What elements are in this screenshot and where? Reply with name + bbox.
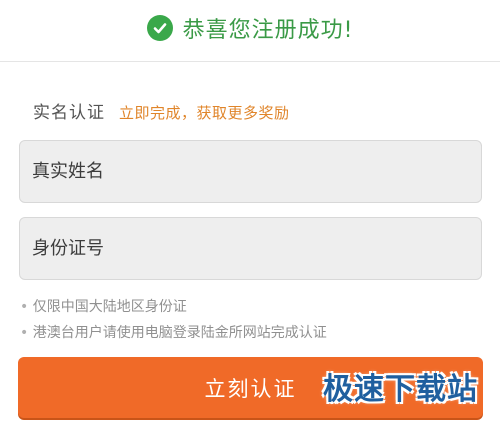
verification-promo: 立即完成，获取更多奖励 xyxy=(119,104,290,122)
verification-section-label: 实名认证 立即完成，获取更多奖励 xyxy=(33,98,290,123)
real-name-input[interactable] xyxy=(32,141,481,202)
verification-title: 实名认证 xyxy=(33,103,105,123)
real-name-field[interactable] xyxy=(19,140,482,203)
note-item: 仅限中国大陆地区身份证 xyxy=(20,294,327,320)
id-number-field[interactable] xyxy=(19,217,482,280)
check-circle-icon xyxy=(146,14,173,41)
success-header: 恭喜您注册成功! xyxy=(0,0,500,62)
id-number-input[interactable] xyxy=(32,218,481,279)
verification-notes: 仅限中国大陆地区身份证 港澳台用户请使用电脑登录陆金所网站完成认证 xyxy=(20,294,327,346)
success-message: 恭喜您注册成功! xyxy=(182,17,354,43)
note-item: 港澳台用户请使用电脑登录陆金所网站完成认证 xyxy=(20,320,327,346)
registration-success-page: 恭喜您注册成功! 实名认证 立即完成，获取更多奖励 仅限中国大陆地区身份证 港澳… xyxy=(0,0,500,425)
verify-now-button[interactable]: 立刻认证 xyxy=(18,357,483,418)
